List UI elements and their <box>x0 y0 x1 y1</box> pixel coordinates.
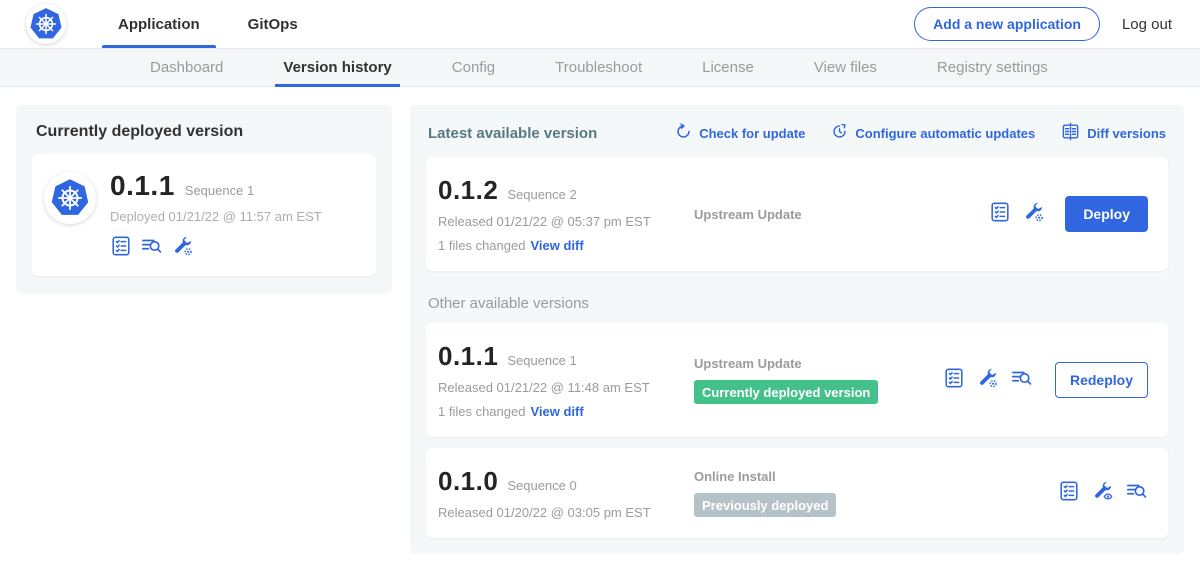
version-number: 0.1.2 <box>438 175 498 206</box>
redeploy-button[interactable]: Redeploy <box>1055 362 1148 398</box>
sequence-label: Sequence 2 <box>507 187 576 202</box>
check-for-update-link[interactable]: Check for update <box>675 123 805 143</box>
subnav-item-license[interactable]: License <box>700 49 756 86</box>
subnav-item-dashboard[interactable]: Dashboard <box>148 49 225 86</box>
deployed-sequence-label: Sequence 1 <box>185 183 254 198</box>
release-notes-icon[interactable] <box>989 201 1011 228</box>
tab-gitops[interactable]: GitOps <box>224 0 322 48</box>
add-new-application-button[interactable]: Add a new application <box>914 7 1100 41</box>
edit-config-icon[interactable] <box>977 367 999 394</box>
edit-config-icon[interactable] <box>172 235 194 262</box>
view-diff-link[interactable]: View diff <box>530 404 583 419</box>
version-card-0-1-1: 0.1.1 Sequence 1 Released 01/21/22 @ 11:… <box>426 323 1168 437</box>
app-icon-kubernetes <box>44 172 96 224</box>
deployed-timestamp: Deployed 01/21/22 @ 11:57 am EST <box>110 209 322 224</box>
edit-config-icon[interactable] <box>1023 201 1045 228</box>
app-header: Application GitOps Add a new application… <box>0 0 1200 48</box>
kubernetes-logo <box>26 4 66 44</box>
view-logs-icon[interactable] <box>1126 480 1148 507</box>
currently-deployed-title: Currently deployed version <box>32 121 376 141</box>
subnav-item-config[interactable]: Config <box>450 49 497 86</box>
configure-automatic-updates-link[interactable]: Configure automatic updates <box>831 123 1035 143</box>
schedule-update-icon <box>831 123 848 143</box>
other-versions-heading: Other available versions <box>428 295 1166 312</box>
deployed-version-number: 0.1.1 <box>110 170 175 202</box>
files-changed-label: 1 files changed <box>438 238 525 253</box>
release-notes-icon[interactable] <box>1058 480 1080 507</box>
deployed-version-card: 0.1.1 Sequence 1 Deployed 01/21/22 @ 11:… <box>32 154 376 276</box>
deploy-button[interactable]: Deploy <box>1065 196 1148 232</box>
currently-deployed-panel: Currently deployed version 0.1 <box>16 105 392 294</box>
diff-icon <box>1061 122 1080 144</box>
version-card-0-1-0: 0.1.0 Sequence 0 Released 01/20/22 @ 03:… <box>426 448 1168 538</box>
diff-versions-link[interactable]: Diff versions <box>1061 122 1166 144</box>
files-changed-label: 1 files changed <box>438 404 525 419</box>
tab-application[interactable]: Application <box>94 0 224 48</box>
version-number: 0.1.0 <box>438 466 498 497</box>
subnav-item-version-history[interactable]: Version history <box>281 49 393 86</box>
version-card-0-1-2: 0.1.2 Sequence 2 Released 01/21/22 @ 05:… <box>426 157 1168 271</box>
subnav-item-registry-settings[interactable]: Registry settings <box>935 49 1050 86</box>
released-timestamp: Released 01/21/22 @ 11:48 am EST <box>438 380 694 395</box>
release-notes-icon[interactable] <box>110 235 132 262</box>
latest-available-heading: Latest available version <box>428 125 597 142</box>
released-timestamp: Released 01/21/22 @ 05:37 pm EST <box>438 214 694 229</box>
version-number: 0.1.1 <box>438 341 498 372</box>
header-tabs: Application GitOps <box>94 0 322 48</box>
currently-deployed-badge: Currently deployed version <box>694 380 878 404</box>
version-history-panel: Latest available version Check for updat… <box>410 105 1184 554</box>
version-source-label: Upstream Update <box>694 207 989 222</box>
release-notes-icon[interactable] <box>943 367 965 394</box>
version-source-label: Upstream Update <box>694 356 943 371</box>
view-diff-link[interactable]: View diff <box>530 238 583 253</box>
refresh-icon <box>675 123 692 143</box>
view-logs-icon[interactable] <box>1011 367 1033 394</box>
sequence-label: Sequence 1 <box>507 353 576 368</box>
subnav-item-troubleshoot[interactable]: Troubleshoot <box>553 49 644 86</box>
subnav-item-view-files[interactable]: View files <box>812 49 879 86</box>
app-subnav: Dashboard Version history Config Trouble… <box>0 48 1200 87</box>
view-logs-icon[interactable] <box>141 235 163 262</box>
previously-deployed-badge: Previously deployed <box>694 493 836 517</box>
released-timestamp: Released 01/20/22 @ 03:05 pm EST <box>438 505 694 520</box>
logout-button[interactable]: Log out <box>1122 16 1172 33</box>
version-source-label: Online Install <box>694 469 1058 484</box>
view-config-icon[interactable] <box>1092 480 1114 507</box>
sequence-label: Sequence 0 <box>507 478 576 493</box>
